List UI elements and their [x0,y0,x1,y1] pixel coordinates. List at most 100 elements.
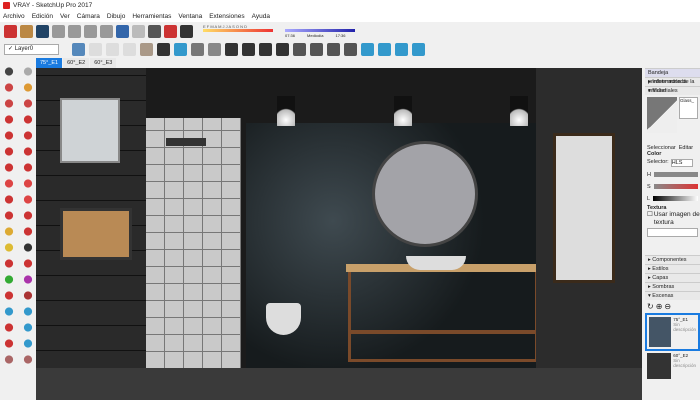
view-tool-icon[interactable] [293,42,306,56]
view-tool-icon[interactable] [72,42,85,56]
view-tool-icon[interactable] [412,42,425,56]
view-tool-icon[interactable] [242,42,255,56]
drawing-tool-icon[interactable] [2,225,16,238]
3d-viewport[interactable] [36,68,642,400]
section-entity-info[interactable]: ▸ Información de la entidad [645,77,700,94]
toolbar-tool-icon[interactable] [52,24,65,38]
drawing-tool-icon[interactable] [21,177,35,190]
drawing-tool-icon[interactable] [21,161,35,174]
menu-7[interactable]: Extensiones [209,13,244,20]
drawing-tool-icon[interactable] [21,241,35,254]
menu-0[interactable]: Archivo [3,13,25,20]
tab-edit[interactable]: Editar [679,145,693,151]
drawing-tool-icon[interactable] [2,289,16,302]
refresh-icon[interactable]: ↻ [647,302,656,311]
drawing-tool-icon[interactable] [2,65,16,78]
view-tool-icon[interactable] [259,42,272,56]
drawing-tool-icon[interactable] [2,113,16,126]
view-tool-icon[interactable] [225,42,238,56]
section-materials[interactable]: ▾ Materiales [645,86,700,95]
time-slider[interactable] [285,29,355,32]
scene-item[interactable]: 75°_E1 Sin descripción [645,313,700,351]
drawing-tool-icon[interactable] [21,257,35,270]
view-tool-icon[interactable] [344,42,357,56]
scene-tab-3[interactable]: 60°_E3 [90,58,117,68]
drawing-tool-icon[interactable] [2,337,16,350]
toolbar-tool-icon[interactable] [180,24,193,38]
l-slider[interactable] [653,196,698,201]
menu-8[interactable]: Ayuda [252,13,270,20]
checkbox-icon[interactable]: ☐ [647,211,653,226]
drawing-tool-icon[interactable] [21,225,35,238]
view-tool-icon[interactable] [140,42,153,56]
use-texture-checkbox[interactable]: ☐ Usar imagen de textura [645,211,700,226]
drawing-tool-icon[interactable] [2,97,16,110]
material-name-field[interactable]: Glass_ [679,97,698,119]
drawing-tool-icon[interactable] [2,129,16,142]
drawing-tool-icon[interactable] [2,161,16,174]
drawing-tool-icon[interactable] [21,289,35,302]
toolbar-tool-icon[interactable] [36,24,49,38]
view-tool-icon[interactable] [89,42,102,56]
drawing-tool-icon[interactable] [21,353,35,366]
drawing-tool-icon[interactable] [21,81,35,94]
drawing-tool-icon[interactable] [2,257,16,270]
view-tool-icon[interactable] [327,42,340,56]
menu-4[interactable]: Dibujo [107,13,125,20]
drawing-tool-icon[interactable] [21,305,35,318]
menu-6[interactable]: Ventana [178,13,202,20]
drawing-tool-icon[interactable] [2,273,16,286]
view-tool-icon[interactable] [361,42,374,56]
toolbar-tool-icon[interactable] [116,24,129,38]
texture-path-field[interactable] [647,228,698,237]
toolbar-tool-icon[interactable] [148,24,161,38]
view-tool-icon[interactable] [191,42,204,56]
toolbar-tool-icon[interactable] [132,24,145,38]
drawing-tool-icon[interactable] [21,129,35,142]
selector-dropdown[interactable]: HLS [670,159,693,167]
layer-select[interactable]: ✓ Layer0 [4,43,59,55]
drawing-tool-icon[interactable] [2,81,16,94]
s-slider[interactable] [653,184,698,189]
drawing-tool-icon[interactable] [21,113,35,126]
drawing-tool-icon[interactable] [2,241,16,254]
drawing-tool-icon[interactable] [21,337,35,350]
toolbar-tool-icon[interactable] [4,24,17,38]
drawing-tool-icon[interactable] [21,273,35,286]
drawing-tool-icon[interactable] [21,193,35,206]
scene-tab-2[interactable]: 60°_E2 [63,58,90,68]
drawing-tool-icon[interactable] [2,177,16,190]
drawing-tool-icon[interactable] [21,97,35,110]
section-1[interactable]: ▸ Estilos [645,264,700,273]
toolbar-tool-icon[interactable] [84,24,97,38]
drawing-tool-icon[interactable] [21,65,35,78]
drawing-tool-icon[interactable] [2,145,16,158]
view-tool-icon[interactable] [276,42,289,56]
view-tool-icon[interactable] [106,42,119,56]
remove-scene-icon[interactable]: ⊖ [664,302,673,311]
date-slider[interactable] [203,29,273,32]
drawing-tool-icon[interactable] [2,193,16,206]
toolbar-tool-icon[interactable] [164,24,177,38]
toolbar-tool-icon[interactable] [68,24,81,38]
drawing-tool-icon[interactable] [21,321,35,334]
scene-tab-1[interactable]: 75°_E1 [36,58,63,68]
section-3[interactable]: ▸ Sombras [645,282,700,291]
scene-item[interactable]: 60°_E2 Sin descripción [645,351,700,381]
view-tool-icon[interactable] [310,42,323,56]
view-tool-icon[interactable] [378,42,391,56]
toolbar-tool-icon[interactable] [100,24,113,38]
drawing-tool-icon[interactable] [21,145,35,158]
menu-3[interactable]: Cámara [77,13,100,20]
view-tool-icon[interactable] [157,42,170,56]
section-0[interactable]: ▸ Componentes [645,255,700,264]
drawing-tool-icon[interactable] [2,209,16,222]
view-tool-icon[interactable] [395,42,408,56]
view-tool-icon[interactable] [174,42,187,56]
menu-5[interactable]: Herramientas [132,13,171,20]
h-slider[interactable] [653,172,698,177]
menu-1[interactable]: Edición [32,13,53,20]
menu-2[interactable]: Ver [60,13,70,20]
drawing-tool-icon[interactable] [2,305,16,318]
drawing-tool-icon[interactable] [2,353,16,366]
